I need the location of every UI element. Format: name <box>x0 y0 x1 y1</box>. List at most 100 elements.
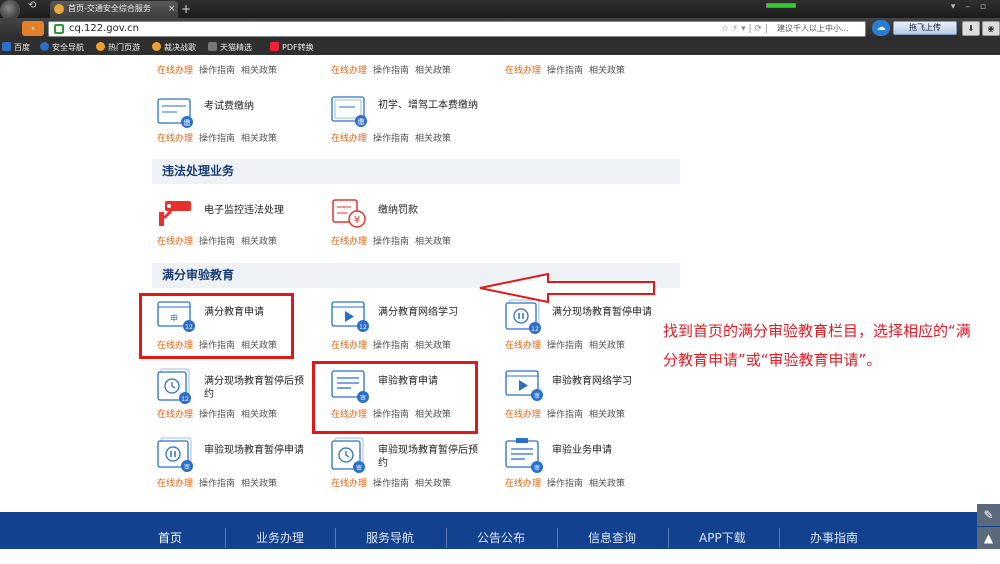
audit-appointment-icon[interactable]: 审 <box>331 437 371 473</box>
guide-link[interactable]: 操作指南 <box>547 479 583 489</box>
online-link[interactable]: 在线办理 <box>157 66 193 76</box>
policy-link[interactable]: 相关政策 <box>415 237 451 247</box>
url-text[interactable]: cq.122.gov.cn <box>69 22 139 36</box>
pause-appointment-icon[interactable]: 12 <box>157 368 197 404</box>
bookmark-baidu[interactable]: 百度 <box>2 40 30 55</box>
pdf-icon <box>270 42 279 51</box>
online-link[interactable]: 在线办理 <box>505 66 541 76</box>
safe-nav-icon <box>40 42 49 51</box>
upload-button[interactable]: 拖飞上传 <box>893 21 957 35</box>
guide-link[interactable]: 操作指南 <box>547 410 583 420</box>
online-link[interactable]: 在线办理 <box>157 237 193 247</box>
guide-link[interactable]: 操作指南 <box>373 237 409 247</box>
service-title[interactable]: 考试费缴纳 <box>204 100 308 113</box>
service-title[interactable]: 缴纳罚款 <box>378 204 482 217</box>
browser-logo-icon[interactable] <box>0 0 20 20</box>
service-title[interactable]: 满分现场教育暂停后预约 <box>204 375 308 401</box>
fine-payment-icon[interactable]: ¥ <box>331 196 371 232</box>
audit-pause-icon[interactable]: 审 <box>157 437 197 473</box>
bookmark-web-games[interactable]: 热门页游 <box>96 40 140 55</box>
license-fee-icon[interactable]: 缴 <box>331 95 371 131</box>
footer-divider <box>779 528 780 548</box>
policy-link[interactable]: 相关政策 <box>415 341 451 351</box>
cloud-icon[interactable]: ☁ <box>872 20 890 36</box>
search-hint[interactable]: 建议千人以上中小... <box>777 22 849 36</box>
address-bar[interactable]: cq.122.gov.cn ☆ ⚡ ▾ | ⟳ | 建议千人以上中小... <box>48 21 866 37</box>
online-link[interactable]: 在线办理 <box>331 237 367 247</box>
guide-link[interactable]: 操作指南 <box>199 410 235 420</box>
footer-link-query[interactable]: 信息查询 <box>588 512 636 564</box>
policy-link[interactable]: 相关政策 <box>415 479 451 489</box>
policy-link[interactable]: 相关政策 <box>241 134 277 144</box>
new-tab-button[interactable]: + <box>181 1 191 17</box>
online-study-icon[interactable]: 12 <box>331 299 371 335</box>
bookmark-war-song[interactable]: 裁决战歌 <box>152 40 196 55</box>
browser-tab[interactable]: 首页-交通安全综合服务 <box>50 1 178 18</box>
bookmark-pdf[interactable]: PDF转换 <box>270 40 314 55</box>
history-arrow-icon[interactable]: ⟲ <box>28 0 36 11</box>
guide-link[interactable]: 操作指南 <box>373 479 409 489</box>
back-button[interactable]: ‹ <box>22 21 44 36</box>
footer-link-app[interactable]: APP下载 <box>699 512 746 564</box>
audit-business-icon[interactable]: 审 <box>505 437 545 473</box>
window-controls[interactable]: ▾–▫ <box>951 2 996 12</box>
tab-close-icon[interactable]: × <box>168 2 176 16</box>
audit-study-icon[interactable]: 审 <box>505 368 545 404</box>
feedback-edit-icon[interactable]: ✎ <box>977 504 1000 526</box>
fee-badge: 缴 <box>184 118 191 127</box>
bookmark-safe-nav[interactable]: 安全导航 <box>40 40 84 55</box>
back-to-top-icon[interactable]: ▲ <box>977 527 1000 549</box>
policy-link[interactable]: 相关政策 <box>589 479 625 489</box>
online-link[interactable]: 在线办理 <box>157 410 193 420</box>
online-link[interactable]: 在线办理 <box>331 66 367 76</box>
policy-link[interactable]: 相关政策 <box>241 66 277 76</box>
policy-link[interactable]: 相关政策 <box>415 66 451 76</box>
service-title[interactable]: 满分教育网络学习 <box>378 306 482 319</box>
service-title[interactable]: 电子监控违法处理 <box>204 204 308 217</box>
online-link[interactable]: 在线办理 <box>331 341 367 351</box>
policy-link[interactable]: 相关政策 <box>589 341 625 351</box>
footer-link-notices[interactable]: 公告公布 <box>477 512 525 564</box>
online-link[interactable]: 在线办理 <box>157 479 193 489</box>
footer-link-business[interactable]: 业务办理 <box>256 512 304 564</box>
highlight-box-audit <box>312 361 478 434</box>
service-title[interactable]: 审验教育网络学习 <box>552 375 656 388</box>
footer-link-home[interactable]: 首页 <box>158 512 182 564</box>
bookmark-tmall[interactable]: 天猫精选 <box>208 40 252 55</box>
online-link[interactable]: 在线办理 <box>505 479 541 489</box>
star-icon[interactable]: ☆ ⚡ ▾ | ⟳ | <box>721 22 768 36</box>
service-title[interactable]: 审验业务申请 <box>552 444 656 457</box>
online-link[interactable]: 在线办理 <box>505 410 541 420</box>
guide-link[interactable]: 操作指南 <box>373 134 409 144</box>
footer-link-services[interactable]: 服务导航 <box>366 512 414 564</box>
service-title[interactable]: 满分现场教育暂停申请 <box>552 306 656 319</box>
guide-link[interactable]: 操作指南 <box>373 341 409 351</box>
policy-link[interactable]: 相关政策 <box>589 410 625 420</box>
online-link[interactable]: 在线办理 <box>505 341 541 351</box>
guide-link[interactable]: 操作指南 <box>199 479 235 489</box>
guide-link[interactable]: 操作指南 <box>199 237 235 247</box>
policy-link[interactable]: 相关政策 <box>241 237 277 247</box>
footer-link-guide[interactable]: 办事指南 <box>810 512 858 564</box>
svg-text:¥: ¥ <box>354 215 360 226</box>
policy-link[interactable]: 相关政策 <box>241 479 277 489</box>
guide-link[interactable]: 操作指南 <box>547 341 583 351</box>
online-link[interactable]: 在线办理 <box>157 134 193 144</box>
pause-apply-icon[interactable]: 12 <box>505 299 545 335</box>
guide-link[interactable]: 操作指南 <box>547 66 583 76</box>
guide-link[interactable]: 操作指南 <box>373 66 409 76</box>
game-icon[interactable]: ◉ <box>982 21 1000 36</box>
guide-link[interactable]: 操作指南 <box>199 134 235 144</box>
online-link[interactable]: 在线办理 <box>331 479 367 489</box>
service-title[interactable]: 审验现场教育暂停申请 <box>204 444 308 457</box>
policy-link[interactable]: 相关政策 <box>241 410 277 420</box>
online-link[interactable]: 在线办理 <box>331 134 367 144</box>
download-icon[interactable]: ⬇ <box>962 21 980 36</box>
fee-card-icon[interactable]: 缴 <box>157 97 197 133</box>
policy-link[interactable]: 相关政策 <box>415 134 451 144</box>
guide-link[interactable]: 操作指南 <box>199 66 235 76</box>
service-title[interactable]: 初学、增驾工本费缴纳 <box>378 99 482 112</box>
camera-icon[interactable] <box>157 196 197 232</box>
policy-link[interactable]: 相关政策 <box>589 66 625 76</box>
service-title[interactable]: 审验现场教育暂停后预约 <box>378 444 482 470</box>
